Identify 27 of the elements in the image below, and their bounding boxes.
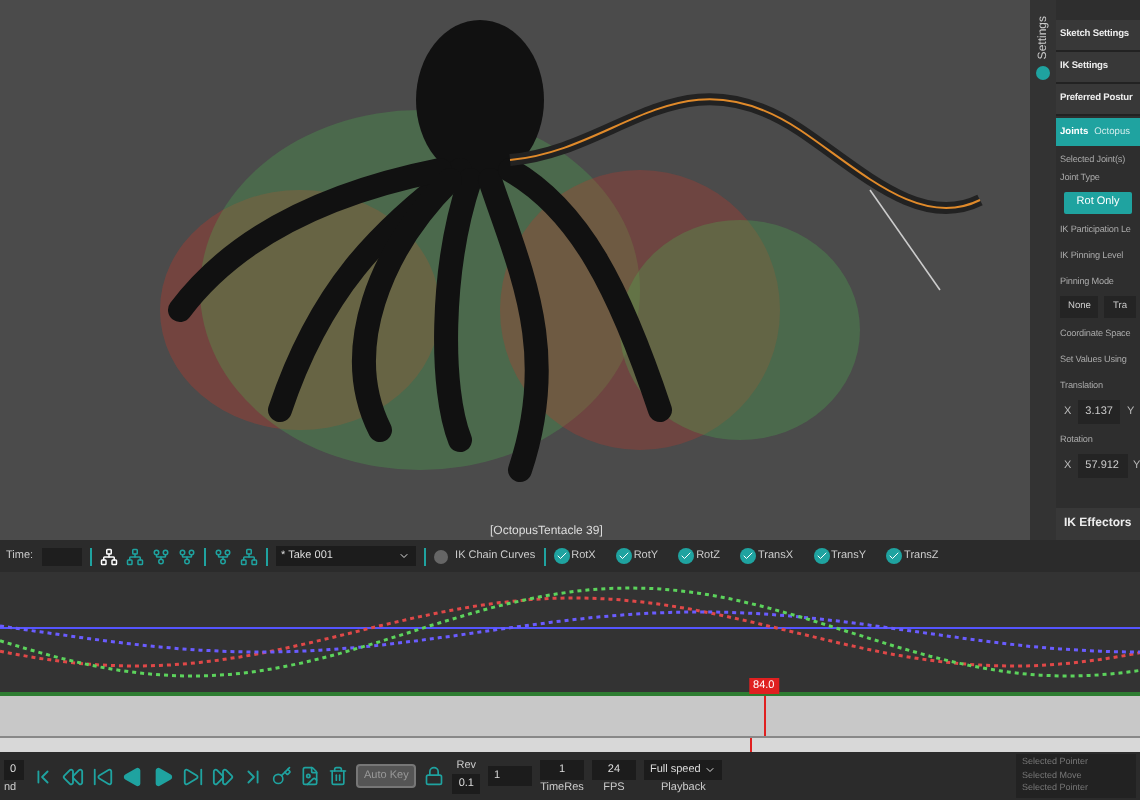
branch-icon[interactable] (177, 547, 196, 565)
dropdown-caret-icon (397, 550, 410, 562)
delete-icon[interactable] (328, 766, 348, 786)
previous-key-button[interactable] (92, 765, 114, 787)
dropdown-caret-icon (704, 763, 717, 775)
channel-checkbox[interactable] (678, 548, 695, 564)
first-frame-button[interactable] (32, 765, 54, 787)
settings-tab-indicator (1036, 65, 1050, 80)
play-button[interactable] (152, 765, 174, 787)
channel-checkbox[interactable] (553, 548, 570, 564)
branch-icon[interactable] (213, 547, 232, 565)
lock-icon[interactable] (424, 766, 445, 786)
key-icon[interactable] (272, 766, 292, 786)
channel-checkbox[interactable] (739, 548, 756, 564)
scrub-marker (749, 738, 752, 752)
channel-checkbox[interactable] (615, 548, 632, 564)
play-reverse-button[interactable] (122, 765, 144, 787)
image-file-icon[interactable] (300, 766, 320, 786)
channel-checkbox[interactable] (813, 548, 830, 564)
ik-chain-curves-toggle[interactable] (433, 549, 448, 563)
next-key-button[interactable] (182, 765, 204, 787)
fast-forward-button[interactable] (212, 765, 234, 787)
branch-icon[interactable] (151, 547, 170, 565)
rewind-button[interactable] (62, 765, 84, 787)
last-frame-button[interactable] (242, 765, 264, 787)
channel-checkbox[interactable] (886, 548, 903, 564)
hierarchy-icon[interactable] (99, 547, 118, 565)
